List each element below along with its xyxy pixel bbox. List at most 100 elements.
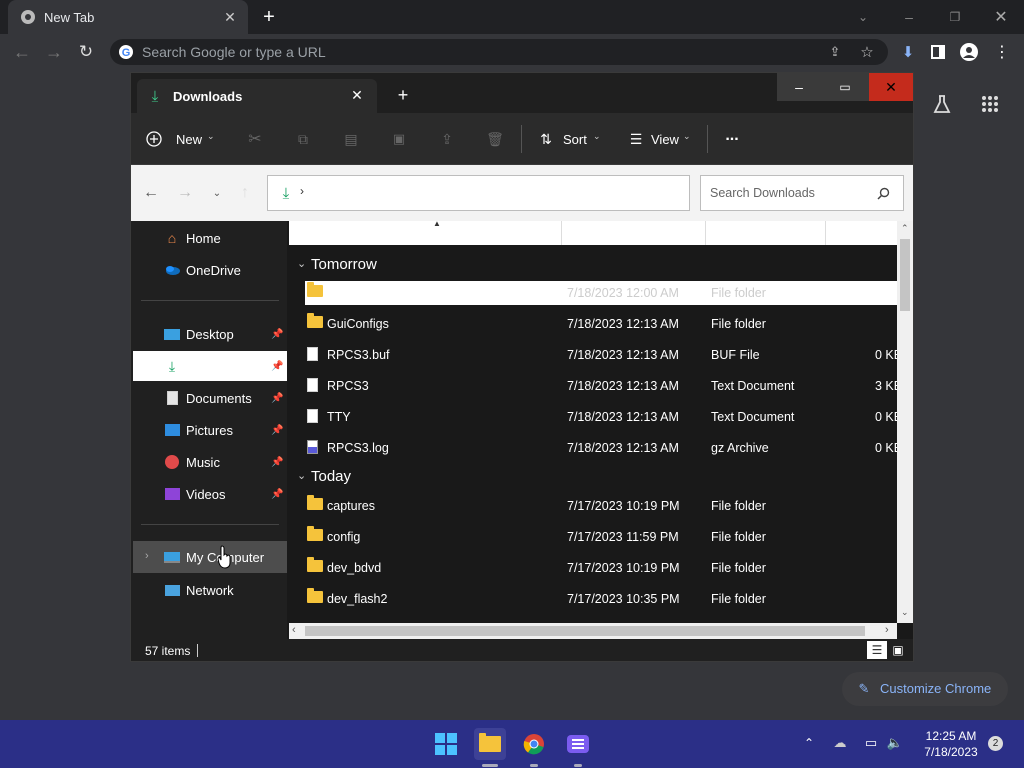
tiles-view-icon[interactable]: ▣: [889, 641, 907, 659]
expand-chevron-icon: ›: [145, 550, 149, 562]
customize-chrome-button[interactable]: ✎ Customize Chrome: [842, 672, 1008, 706]
more-options-icon[interactable]: ...: [721, 125, 743, 147]
download-arrow-icon: ⤓: [168, 357, 176, 374]
omnibox[interactable]: G Search Google or type a URL ⇪ ☆: [110, 39, 888, 65]
nav-item-pictures[interactable]: Pictures 📌: [133, 415, 287, 445]
profile-icon[interactable]: [958, 41, 980, 63]
forward-icon[interactable]: →: [175, 183, 195, 203]
nav-item-documents[interactable]: Documents 📌: [133, 383, 287, 413]
close-tab-icon[interactable]: ✕: [222, 9, 238, 25]
new-tab-icon[interactable]: +: [258, 6, 280, 28]
back-icon[interactable]: ←: [12, 42, 32, 62]
volume-icon[interactable]: 🔈: [886, 734, 904, 752]
omnibox-placeholder: Search Google or type a URL: [142, 44, 326, 60]
restore-icon[interactable]: ❐: [944, 6, 966, 28]
view-button[interactable]: ☰ View ⌄: [627, 127, 701, 151]
taskbar: ⌃ ☁ ▭ 🔈 12:25 AM 7/18/2023 2: [0, 720, 1024, 768]
clock-time[interactable]: 12:25 AM: [924, 729, 978, 743]
clock-date[interactable]: 7/18/2023: [920, 745, 982, 759]
recent-locations-icon[interactable]: ⌄: [207, 183, 227, 203]
share-icon[interactable]: ⇪: [437, 129, 457, 149]
minimize-icon[interactable]: –: [777, 73, 821, 101]
file-name: RPCS3.buf: [327, 348, 390, 362]
scrollbar-thumb[interactable]: [305, 626, 865, 636]
cloud-sync-icon[interactable]: ☁: [830, 734, 850, 752]
column-header-name[interactable]: Name: [321, 227, 353, 241]
labs-flask-icon[interactable]: [930, 92, 954, 116]
search-box[interactable]: Search Downloads: [700, 175, 904, 211]
share-icon[interactable]: ⇪: [826, 43, 844, 61]
file-date: 7/18/2023 12:13 AM: [567, 379, 679, 393]
file-explorer-window: ⤓ Downloads ✕ + – ▭ ✕ New ⌄ ✂ ⧉ ▤ ▣ ⇪ 🗑 …: [130, 72, 914, 662]
file-row[interactable]: RPCS3.buf 7/18/2023 12:13 AM BUF File 0 …: [305, 343, 902, 367]
nav-item-downloads[interactable]: ⤓ Downloads 📌: [133, 351, 287, 381]
notification-badge[interactable]: 2: [988, 736, 1003, 751]
scroll-down-icon[interactable]: ⌄: [901, 607, 909, 618]
tab-search-icon[interactable]: ⌄: [852, 6, 874, 28]
nav-item-desktop[interactable]: Desktop 📌: [133, 319, 287, 349]
nav-item-music[interactable]: Music 📌: [133, 447, 287, 477]
new-button[interactable]: New ⌄: [145, 127, 215, 151]
maximize-icon[interactable]: ▭: [823, 73, 867, 101]
minimize-icon[interactable]: –: [898, 6, 920, 28]
group-header[interactable]: ⌄ Today: [289, 467, 897, 489]
scroll-left-icon[interactable]: ‹: [292, 624, 296, 636]
menu-kebab-icon[interactable]: ⋮: [992, 42, 1012, 62]
nav-item-onedrive[interactable]: OneDrive: [133, 255, 287, 285]
network-status-icon[interactable]: ▭: [862, 734, 880, 752]
column-header-date[interactable]: Date modified: [568, 227, 642, 241]
chrome-taskbar-icon[interactable]: [518, 728, 550, 760]
nav-item-network[interactable]: Network: [133, 575, 287, 605]
nav-label: Documents: [186, 390, 252, 406]
forward-icon[interactable]: →: [44, 42, 64, 62]
file-row[interactable]: 7/18/2023 12:00 AM File folder: [305, 281, 897, 305]
file-row[interactable]: config 7/17/2023 11:59 PM File folder: [305, 525, 897, 549]
file-row[interactable]: RPCS3.log 7/18/2023 12:13 AM gz Archive …: [305, 436, 902, 460]
address-bar[interactable]: ⤓ ›: [267, 175, 690, 211]
show-hidden-icons-icon[interactable]: ⌃: [800, 734, 818, 752]
nav-item-home[interactable]: ⌂ Home: [133, 223, 287, 253]
vertical-scrollbar[interactable]: ⌃ ⌄: [897, 221, 913, 623]
app-taskbar-icon[interactable]: [562, 728, 594, 760]
file-explorer-taskbar-icon[interactable]: [474, 728, 506, 760]
windows-start-icon[interactable]: [430, 728, 462, 760]
up-icon[interactable]: ↑: [235, 183, 255, 203]
desktop-icon: [163, 326, 181, 342]
scroll-right-icon[interactable]: ›: [885, 624, 889, 636]
copy-icon[interactable]: ⧉: [293, 129, 313, 149]
chrome-tab-new-tab[interactable]: New Tab ✕: [8, 0, 248, 34]
download-icon[interactable]: ⬇: [898, 42, 918, 62]
delete-icon[interactable]: 🗑: [485, 129, 505, 149]
details-view-icon[interactable]: ☰: [867, 641, 887, 659]
column-header-type[interactable]: Type: [712, 227, 738, 241]
reload-icon[interactable]: ↻: [76, 42, 96, 62]
cut-icon[interactable]: ✂: [245, 129, 265, 149]
explorer-tab-downloads[interactable]: ⤓ Downloads ✕: [137, 79, 377, 113]
file-row[interactable]: captures 7/17/2023 10:19 PM File folder: [305, 494, 897, 518]
collapse-chevron-icon: ⌄: [297, 470, 307, 482]
close-window-icon[interactable]: ✕: [990, 6, 1012, 28]
file-row[interactable]: GuiConfigs 7/18/2023 12:13 AM File folde…: [305, 312, 897, 336]
paste-icon[interactable]: ▤: [341, 129, 361, 149]
rename-icon[interactable]: ▣: [389, 129, 409, 149]
file-row[interactable]: dev_flash2 7/17/2023 10:35 PM File folde…: [305, 587, 897, 611]
nav-item-videos[interactable]: Videos 📌: [133, 479, 287, 509]
side-panel-icon[interactable]: [928, 42, 948, 62]
apps-grid-icon[interactable]: [978, 92, 1002, 116]
column-header-size[interactable]: Size: [832, 227, 855, 241]
group-header[interactable]: ⌄ Tomorrow: [289, 255, 897, 277]
new-tab-icon[interactable]: +: [393, 85, 413, 105]
bookmark-star-icon[interactable]: ☆: [858, 43, 876, 61]
explorer-tabbar: ⤓ Downloads ✕ + – ▭ ✕: [131, 73, 913, 113]
file-row[interactable]: RPCS3 7/18/2023 12:13 AM Text Document 3…: [305, 374, 902, 398]
scrollbar-thumb[interactable]: [900, 239, 910, 311]
sort-button[interactable]: ⇅ Sort ⌄: [537, 127, 611, 151]
nav-item-my-computer[interactable]: › My Computer: [133, 541, 287, 573]
file-row[interactable]: dev_bdvd 7/17/2023 10:19 PM File folder: [305, 556, 897, 580]
file-row[interactable]: TTY 7/18/2023 12:13 AM Text Document 0 K…: [305, 405, 902, 429]
scroll-up-icon[interactable]: ⌃: [901, 223, 909, 234]
horizontal-scrollbar[interactable]: ‹ ›: [289, 623, 897, 639]
back-icon[interactable]: ←: [141, 183, 161, 203]
close-tab-icon[interactable]: ✕: [349, 87, 365, 103]
close-window-icon[interactable]: ✕: [869, 73, 913, 101]
